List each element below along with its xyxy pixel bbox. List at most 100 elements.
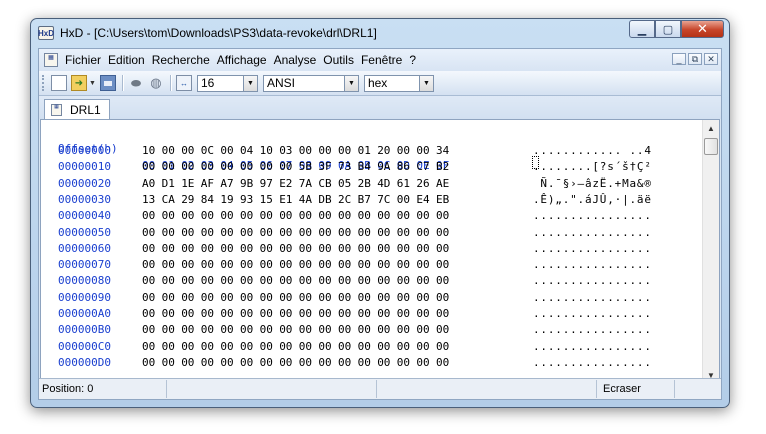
hex-byte[interactable]: 00 bbox=[436, 306, 449, 322]
hex-row[interactable]: 000000C0 00 00 00 00 00 00 00 00 00 00 00 00 00 00 00 00… bbox=[41, 339, 702, 355]
hex-byte[interactable]: 00 bbox=[397, 241, 410, 257]
maximize-button[interactable]: ▢ bbox=[655, 20, 681, 38]
vertical-scrollbar[interactable]: ▲ ▼ bbox=[702, 120, 719, 385]
menu-edition[interactable]: Edition bbox=[108, 53, 145, 67]
hex-byte[interactable]: 00 bbox=[220, 225, 233, 241]
hex-byte[interactable]: 00 bbox=[220, 290, 233, 306]
hex-byte[interactable]: 00 bbox=[338, 225, 351, 241]
hex-byte[interactable]: 00 bbox=[299, 322, 312, 338]
hex-byte[interactable]: 9A bbox=[377, 159, 390, 175]
hex-byte[interactable]: 10 bbox=[260, 143, 273, 159]
hex-byte[interactable]: 00 bbox=[338, 241, 351, 257]
hex-row[interactable]: 00000090 00 00 00 00 00 00 00 00 00 00 00 00 00 00 00 00… bbox=[41, 290, 702, 306]
hex-byte[interactable]: 00 bbox=[358, 322, 371, 338]
ascii-text[interactable]: ................ bbox=[533, 257, 652, 273]
scroll-up-icon[interactable]: ▲ bbox=[703, 121, 719, 137]
hex-byte[interactable]: 00 bbox=[279, 306, 292, 322]
hex-byte[interactable]: 00 bbox=[377, 225, 390, 241]
hex-byte[interactable]: 0C bbox=[201, 143, 214, 159]
hex-byte[interactable]: 00 bbox=[142, 257, 155, 273]
ascii-text[interactable]: ................ bbox=[533, 290, 652, 306]
hex-byte[interactable]: 9B bbox=[240, 176, 253, 192]
hex-byte[interactable]: 00 bbox=[181, 143, 194, 159]
hex-byte[interactable]: 00 bbox=[416, 306, 429, 322]
hex-byte[interactable]: 00 bbox=[397, 322, 410, 338]
hex-byte[interactable]: 00 bbox=[318, 355, 331, 371]
hex-byte[interactable]: 00 bbox=[397, 143, 410, 159]
menu-recherche[interactable]: Recherche bbox=[152, 53, 210, 67]
hex-byte[interactable]: 00 bbox=[260, 159, 273, 175]
charset-combo[interactable]: ANSI ▼ bbox=[262, 74, 359, 92]
hex-byte[interactable]: 00 bbox=[416, 322, 429, 338]
hex-byte[interactable]: 00 bbox=[201, 241, 214, 257]
hex-byte[interactable]: 05 bbox=[338, 176, 351, 192]
hex-byte[interactable]: 00 bbox=[318, 322, 331, 338]
hex-byte[interactable]: 00 bbox=[220, 143, 233, 159]
hex-byte[interactable]: 00 bbox=[416, 241, 429, 257]
hex-byte[interactable]: 00 bbox=[162, 306, 175, 322]
hex-editor[interactable]: Offset(h) 00 01 02 03 04 05 06 07 08 09 0A 0B 0C 0D 0E… bbox=[40, 119, 720, 386]
hex-byte[interactable]: 00 bbox=[181, 306, 194, 322]
scroll-thumb[interactable] bbox=[704, 138, 718, 155]
hex-byte[interactable]: 00 bbox=[142, 225, 155, 241]
hex-byte[interactable]: B7 bbox=[358, 192, 371, 208]
hex-byte[interactable]: 00 bbox=[377, 322, 390, 338]
chevron-down-icon[interactable]: ▼ bbox=[242, 75, 257, 91]
hex-byte[interactable]: 00 bbox=[181, 208, 194, 224]
hex-byte[interactable]: 00 bbox=[201, 159, 214, 175]
hex-byte[interactable]: 00 bbox=[240, 306, 253, 322]
hex-byte[interactable]: 00 bbox=[436, 355, 449, 371]
hex-byte[interactable]: 1E bbox=[181, 176, 194, 192]
hex-byte[interactable]: 7A bbox=[299, 176, 312, 192]
hex-byte[interactable]: 00 bbox=[260, 339, 273, 355]
hex-byte[interactable]: 73 bbox=[338, 159, 351, 175]
hex-byte[interactable]: 00 bbox=[201, 273, 214, 289]
close-button[interactable]: ✕ bbox=[681, 20, 724, 38]
hex-byte[interactable]: 00 bbox=[201, 225, 214, 241]
hex-byte[interactable]: AF bbox=[201, 176, 214, 192]
hex-byte[interactable]: 00 bbox=[162, 143, 175, 159]
hex-byte[interactable]: 5B bbox=[299, 159, 312, 175]
hex-byte[interactable]: 00 bbox=[220, 306, 233, 322]
hex-byte[interactable]: 00 bbox=[416, 257, 429, 273]
hex-byte[interactable]: 00 bbox=[162, 355, 175, 371]
hex-byte[interactable]: 00 bbox=[397, 355, 410, 371]
hex-byte[interactable]: E4 bbox=[416, 192, 429, 208]
hex-byte[interactable]: 00 bbox=[260, 208, 273, 224]
hex-byte[interactable]: 15 bbox=[260, 192, 273, 208]
hex-byte[interactable]: 00 bbox=[279, 208, 292, 224]
hex-byte[interactable]: 00 bbox=[397, 257, 410, 273]
hex-byte[interactable]: 00 bbox=[279, 257, 292, 273]
hex-byte[interactable]: 19 bbox=[220, 192, 233, 208]
hex-row[interactable]: 00000000 10 00 00 0C 00 04 10 03 00 00 00 01 20 00 00 34… bbox=[41, 143, 702, 159]
menu-fichier[interactable]: Fichier bbox=[65, 53, 101, 67]
hex-byte[interactable]: 01 bbox=[358, 143, 371, 159]
hex-byte[interactable]: 00 bbox=[220, 257, 233, 273]
hex-byte[interactable]: 00 bbox=[338, 290, 351, 306]
hex-byte[interactable]: 00 bbox=[201, 257, 214, 273]
hex-byte[interactable]: 00 bbox=[299, 225, 312, 241]
hex-byte[interactable]: 00 bbox=[162, 208, 175, 224]
hex-byte[interactable]: 00 bbox=[201, 290, 214, 306]
hex-byte[interactable]: 00 bbox=[220, 159, 233, 175]
hex-byte[interactable]: 00 bbox=[240, 159, 253, 175]
hex-byte[interactable]: 34 bbox=[436, 143, 449, 159]
hex-byte[interactable]: 00 bbox=[338, 273, 351, 289]
hex-byte[interactable]: 00 bbox=[338, 339, 351, 355]
hex-byte[interactable]: 10 bbox=[142, 143, 155, 159]
hex-byte[interactable]: 00 bbox=[397, 290, 410, 306]
hex-byte[interactable]: 00 bbox=[397, 192, 410, 208]
minimize-button[interactable]: ▁ bbox=[629, 20, 655, 38]
hex-byte[interactable]: 00 bbox=[181, 290, 194, 306]
hex-byte[interactable]: 00 bbox=[318, 241, 331, 257]
hex-byte[interactable]: 00 bbox=[299, 273, 312, 289]
hex-byte[interactable]: 00 bbox=[377, 241, 390, 257]
hex-byte[interactable]: 00 bbox=[338, 306, 351, 322]
hex-byte[interactable]: 00 bbox=[181, 322, 194, 338]
hex-byte[interactable]: 00 bbox=[240, 257, 253, 273]
hex-byte[interactable]: 00 bbox=[299, 339, 312, 355]
hex-byte[interactable]: 4D bbox=[377, 176, 390, 192]
chevron-down-icon[interactable]: ▼ bbox=[343, 75, 358, 91]
hex-byte[interactable]: 00 bbox=[358, 355, 371, 371]
hex-byte[interactable]: 2C bbox=[338, 192, 351, 208]
